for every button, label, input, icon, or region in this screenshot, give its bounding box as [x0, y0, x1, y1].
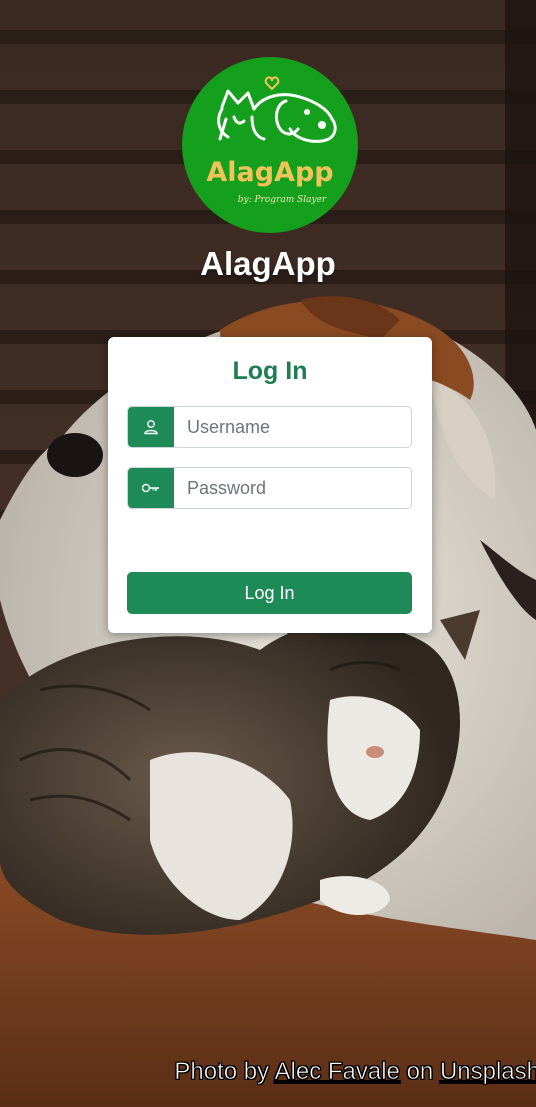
photo-credit: Photo by Alec Favale on Unsplash [174, 1058, 536, 1086]
username-input[interactable] [174, 407, 411, 447]
credit-prefix: Photo by [174, 1058, 270, 1086]
login-card: Log In Log In [108, 337, 432, 633]
app-logo: AlagApp by: Program Slayer [182, 57, 358, 233]
credit-middle: on [406, 1058, 434, 1086]
credit-site-link[interactable]: Unsplash [440, 1058, 536, 1086]
login-button[interactable]: Log In [127, 572, 412, 614]
key-icon [128, 468, 174, 508]
password-input[interactable] [174, 468, 411, 508]
user-icon [128, 407, 174, 447]
login-page: AlagApp by: Program Slayer AlagApp Log I… [0, 0, 536, 1107]
app-title: AlagApp [200, 245, 336, 282]
credit-author-link[interactable]: Alec Favale [274, 1058, 400, 1086]
username-field [127, 406, 412, 448]
login-card-title: Log In [232, 357, 308, 385]
logo-byline: by: Program Slayer [238, 195, 327, 205]
password-field [127, 467, 412, 509]
logo-wordmark: AlagApp [206, 157, 333, 188]
